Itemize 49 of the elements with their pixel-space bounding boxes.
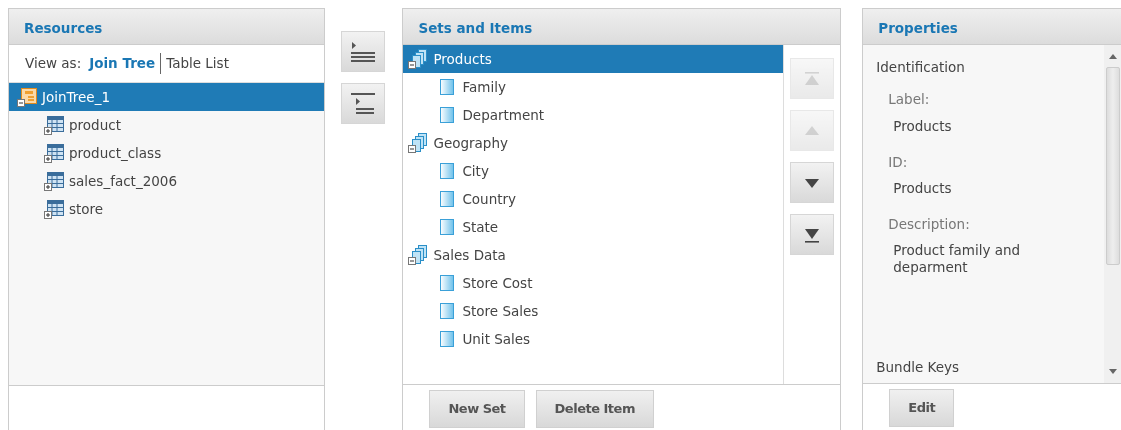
table-icon xyxy=(44,143,64,163)
tree-item[interactable]: Store Sales xyxy=(403,297,784,325)
tree-item[interactable]: JoinTree_1 xyxy=(9,83,325,111)
new-set-button[interactable]: New Set xyxy=(429,390,525,428)
tree-item[interactable]: State xyxy=(403,213,784,241)
move-down-button[interactable] xyxy=(790,162,835,203)
tree-item[interactable]: Family xyxy=(403,73,784,101)
edit-button[interactable]: Edit xyxy=(889,389,955,427)
view-option-link[interactable]: Table List xyxy=(160,53,229,74)
move-to-bottom-button[interactable] xyxy=(790,214,835,255)
view-as-label: View as: xyxy=(25,54,82,74)
field-label: Label: xyxy=(888,90,931,110)
tree-item[interactable]: product_class xyxy=(9,139,325,167)
scroll-up-icon[interactable] xyxy=(1108,53,1117,59)
join-icon xyxy=(17,87,37,107)
tree-item[interactable]: Geography xyxy=(403,129,784,157)
tree-item[interactable]: sales_fact_2006 xyxy=(9,167,325,195)
view-option-link[interactable]: Join Tree xyxy=(89,53,156,74)
table-icon xyxy=(44,115,64,135)
panel-title: Resources xyxy=(9,9,325,45)
indent-icon xyxy=(350,90,377,117)
delete-item-button[interactable]: Delete Item xyxy=(535,390,654,428)
table-icon xyxy=(44,199,64,219)
section-heading: Identification xyxy=(876,58,966,77)
field-value: Products xyxy=(893,179,953,197)
tree-item[interactable]: store xyxy=(9,195,325,223)
tree-item[interactable]: Store Cost xyxy=(403,269,784,297)
section-heading: Bundle Keys xyxy=(876,357,961,377)
panel-title: Properties xyxy=(863,9,1121,45)
stacked-pages-icon xyxy=(408,245,429,265)
field-value: Products xyxy=(893,117,953,134)
field-value: Product family and deparment xyxy=(893,242,1022,275)
indent-button[interactable] xyxy=(341,83,386,124)
tree-item[interactable]: Country xyxy=(403,185,784,213)
scrollbar[interactable] xyxy=(1104,45,1121,383)
scroll-down-icon[interactable] xyxy=(1108,369,1117,375)
stacked-pages-icon xyxy=(408,49,429,69)
table-icon xyxy=(44,171,64,191)
tree-item[interactable]: Unit Sales xyxy=(403,325,784,353)
tree-item[interactable]: product xyxy=(9,111,325,139)
tree-item[interactable]: City xyxy=(403,157,784,185)
stacked-pages-icon xyxy=(408,133,429,153)
tree-item[interactable]: Products xyxy=(403,45,784,73)
field-label: Description: xyxy=(888,215,971,235)
panel-title: Sets and Items xyxy=(403,9,841,45)
field-label: ID: xyxy=(888,152,909,172)
tree-item[interactable]: Department xyxy=(403,101,784,129)
add-to-set-button[interactable] xyxy=(341,31,386,72)
tree-item[interactable]: Sales Data xyxy=(403,241,784,269)
